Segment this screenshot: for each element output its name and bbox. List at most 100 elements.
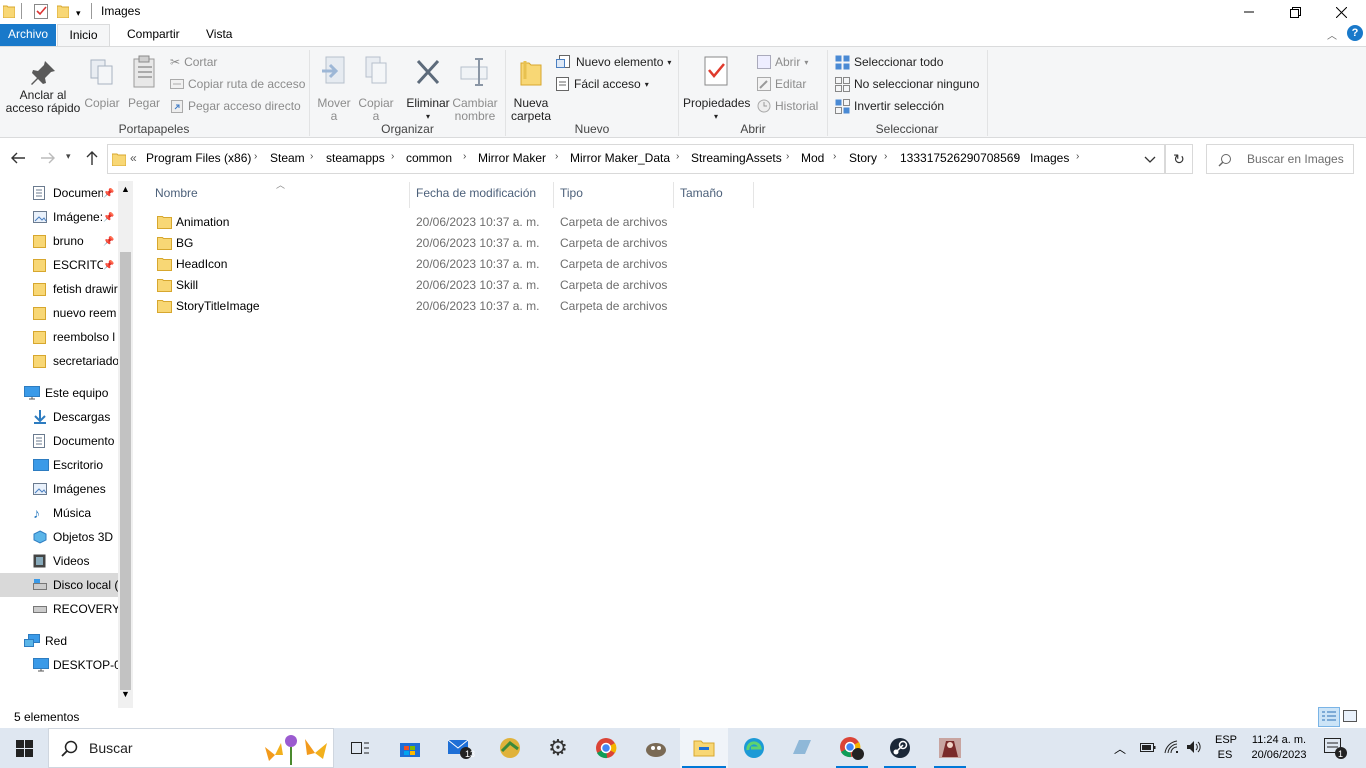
nav-item-documents[interactable]: Documento [0,429,118,453]
delete-button[interactable]: Eliminar ▾ [405,55,451,123]
customize-qat-icon[interactable]: ▾ [76,8,81,19]
nav-item-quick-8[interactable]: secretariado [0,349,118,373]
breadcrumb-common[interactable]: common [406,151,452,165]
history-button[interactable]: Historial [757,96,818,116]
settings-button[interactable]: ⚙ [534,728,582,768]
new-folder-button[interactable]: Nueva carpeta [508,55,554,123]
open-button[interactable]: Abrir ▾ [757,52,808,72]
nav-item-3d-objects[interactable]: Objetos 3D [0,525,118,549]
breadcrumb-mirror-maker-data[interactable]: Mirror Maker_Data [570,151,670,165]
breadcrumb-images[interactable]: Images [1030,151,1069,165]
volume-icon[interactable] [1186,740,1202,754]
notification-center-icon[interactable] [1324,738,1348,760]
nav-item-this-pc[interactable]: Este equipo [0,381,118,405]
search-input[interactable]: Buscar en Images [1206,144,1354,174]
up-arrow-icon[interactable] [85,150,99,166]
file-row[interactable]: HeadIcon 20/06/2023 10:37 a. m. Carpeta … [153,254,673,275]
address-bar[interactable]: « Program Files (x86) › Steam › steamapp… [107,144,1165,174]
file-row[interactable]: Skill 20/06/2023 10:37 a. m. Carpeta de … [153,275,673,296]
copy-path-button[interactable]: Copiar ruta de acceso [170,74,305,94]
clock[interactable]: 11:24 a. m. 20/06/2023 [1244,733,1314,763]
column-header-date[interactable]: Fecha de modificación [416,186,536,204]
breadcrumb-program-files[interactable]: Program Files (x86) [146,151,251,165]
scroll-up-icon[interactable]: ▲ [121,184,130,194]
edit-button[interactable]: Editar [757,74,806,94]
easy-access-button[interactable]: Fácil acceso ▾ [556,74,649,94]
breadcrumb-chevron-icon[interactable]: › [884,151,887,162]
column-header-size[interactable]: Tamaño [680,186,723,204]
nav-item-local-disk[interactable]: Disco local ( [0,573,118,597]
copy-to-button[interactable]: Copiar a [358,55,394,123]
rename-button[interactable]: Cambiar nombre [452,55,498,123]
app-button[interactable] [778,728,826,768]
properties-button[interactable]: Propiedades ▾ [683,55,750,123]
recent-locations-icon[interactable]: ▾ [66,151,71,162]
breadcrumb-chevron-icon[interactable]: › [786,151,789,162]
breadcrumb-chevron-icon[interactable]: › [833,151,836,162]
help-icon[interactable]: ? [1347,25,1363,41]
collapse-ribbon-icon[interactable]: ︿ [1327,27,1337,42]
move-to-button[interactable]: Mover a [316,55,352,123]
steam-button[interactable] [876,728,924,768]
paste-shortcut-button[interactable]: Pegar acceso directo [170,96,301,116]
breadcrumb-overflow[interactable]: « [130,151,137,165]
breadcrumb-steam[interactable]: Steam [270,151,305,165]
cut-button[interactable]: ✂ Cortar [170,52,217,72]
breadcrumb-story[interactable]: Story [849,151,877,165]
minimize-button[interactable] [1226,0,1272,24]
gimp-button[interactable] [632,728,680,768]
battery-icon[interactable] [1140,740,1156,754]
new-folder-qat-icon[interactable] [57,4,69,18]
nav-item-quick-3[interactable]: bruno 📌 [0,229,118,253]
large-icons-view-button[interactable] [1343,710,1357,722]
nav-item-quick-5[interactable]: fetish drawir [0,277,118,301]
nav-item-desktop-pc[interactable]: DESKTOP-0H [0,653,118,677]
microsoft-store-button[interactable] [386,728,434,768]
taskbar-search-box[interactable]: Buscar [48,728,334,768]
breadcrumb-chevron-icon[interactable]: › [676,151,679,162]
tab-share[interactable]: Compartir [117,24,190,46]
nav-item-quick-7[interactable]: reembolso l [0,325,118,349]
task-view-button[interactable] [336,728,384,768]
breadcrumb-chevron-icon[interactable]: › [391,151,394,162]
paste-button[interactable]: Pegar [125,55,163,110]
new-item-button[interactable]: Nuevo elemento ▾ [556,52,671,72]
refresh-button[interactable]: ↻ [1165,144,1193,174]
mirror-maker-button[interactable] [926,728,974,768]
edge-button[interactable] [730,728,778,768]
language-indicator[interactable]: ESP ES [1215,733,1237,763]
column-separator[interactable] [409,182,410,208]
column-separator[interactable] [553,182,554,208]
properties-qat-icon[interactable] [34,3,48,19]
address-dropdown-icon[interactable] [1144,153,1156,165]
invert-selection-button[interactable]: Invertir selección [835,96,944,116]
start-button[interactable] [0,728,48,768]
column-separator[interactable] [673,182,674,208]
pin-quick-access-button[interactable]: Anclar al acceso rápido [4,57,82,115]
breadcrumb-mod[interactable]: Mod [801,151,824,165]
map-app-button[interactable] [486,728,534,768]
nav-item-music[interactable]: ♪ Música [0,501,118,525]
file-row[interactable]: StoryTitleImage 20/06/2023 10:37 a. m. C… [153,296,673,317]
nav-item-quick-6[interactable]: nuevo reem [0,301,118,325]
nav-scrollbar-thumb[interactable] [120,252,131,690]
breadcrumb-streaming-assets[interactable]: StreamingAssets [691,151,782,165]
close-button[interactable] [1318,0,1364,24]
breadcrumb-mirror-maker[interactable]: Mirror Maker [478,151,546,165]
breadcrumb-chevron-icon[interactable]: › [463,151,466,162]
mail-button[interactable]: 13 [436,728,484,768]
scroll-down-icon[interactable]: ▼ [121,689,130,699]
nav-item-recovery[interactable]: RECOVERY ( [0,597,118,621]
breadcrumb-chevron-icon[interactable]: › [1014,151,1017,162]
nav-item-downloads[interactable]: Descargas [0,405,118,429]
nav-item-desktop[interactable]: Escritorio [0,453,118,477]
nav-item-network[interactable]: Red [0,629,118,653]
file-row[interactable]: BG 20/06/2023 10:37 a. m. Carpeta de arc… [153,233,673,254]
nav-item-quick-2[interactable]: Imágene: 📌 [0,205,118,229]
breadcrumb-chevron-icon[interactable]: › [310,151,313,162]
breadcrumb-chevron-icon[interactable]: › [555,151,558,162]
breadcrumb-steamapps[interactable]: steamapps [326,151,385,165]
chrome-button[interactable] [582,728,630,768]
tab-home[interactable]: Inicio [57,24,110,47]
show-hidden-icons-icon[interactable]: ︿ [1114,740,1126,757]
